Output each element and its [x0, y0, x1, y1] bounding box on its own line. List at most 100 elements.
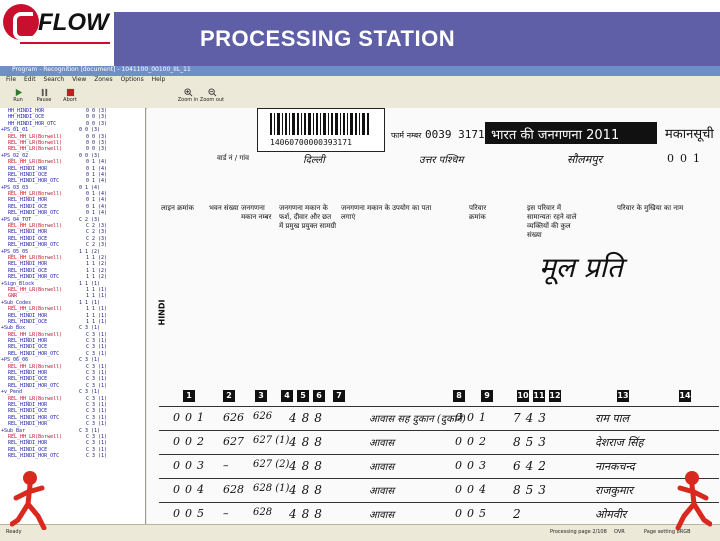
- row-use: आवास सह दुकान (दुकाने): [369, 414, 466, 425]
- row-use: आवास: [369, 438, 395, 449]
- form-label: फार्म नम्बर: [391, 131, 422, 140]
- row-fam: 002: [455, 435, 491, 448]
- row-bldg: 628: [223, 483, 244, 496]
- form-row: 005 – 628 488 आवास 005 2 ओमवीर: [159, 502, 719, 524]
- house-listing-label: मकानसूची: [665, 127, 714, 142]
- menu-help[interactable]: Help: [152, 76, 166, 83]
- slide-title: PROCESSING STATION: [200, 26, 456, 51]
- menu-file[interactable]: File: [6, 76, 16, 83]
- barcode-icon: [270, 113, 369, 135]
- pause-icon: [41, 88, 47, 97]
- row-line: 002: [173, 435, 209, 448]
- column-number: 5: [297, 390, 309, 402]
- slide-header: FLOW PROCESSING STATION: [0, 0, 720, 66]
- form-row: 004 628 628 (1) 488 आवास 004 853 राजकुमार: [159, 478, 719, 505]
- document-view[interactable]: 14060700000393171 फार्म नम्बर 0039 3171 …: [147, 108, 720, 524]
- form-row: 001 626 626 488 आवास सह दुकान (दुकाने) 001 743…: [159, 406, 719, 433]
- zoom-out-icon: [207, 88, 216, 97]
- row-name: नानकचन्द: [595, 460, 635, 473]
- row-house: 627 (1): [253, 435, 290, 446]
- status-mode: OVR: [614, 529, 625, 535]
- row-use: आवास: [369, 510, 395, 521]
- status-bar: Ready Processing page 2/108 OVR Page set…: [0, 524, 720, 541]
- col-header-use: जनगणना मकान के उपयोग का पता लगाएं: [341, 204, 432, 221]
- row-fam: 005: [455, 507, 491, 520]
- menu-search[interactable]: Search: [44, 76, 65, 83]
- recognition-tree[interactable]: HH_HINDI_HOR 0 0 (3) HH_HINDI_OCE 0 0 (3) HH…: [0, 108, 146, 524]
- pause-button[interactable]: Pause: [30, 88, 58, 106]
- abort-button[interactable]: Abort: [56, 88, 84, 106]
- logo-text: FLOW: [38, 9, 109, 36]
- barcode-box: 14060700000393171: [257, 108, 385, 152]
- column-number: 14: [679, 390, 691, 402]
- row-fam: 003: [455, 459, 491, 472]
- tree-item-name: REL_HINDI_HOR_OTC: [8, 453, 60, 460]
- column-number: 6: [313, 390, 325, 402]
- tree-item[interactable]: REL_HINDI_HOR_OTC C 3 (1): [0, 453, 145, 459]
- row-cnt: 853: [513, 435, 551, 449]
- logo-e-icon: [3, 4, 39, 40]
- row-cnt: 853: [513, 483, 551, 497]
- row-mat: 488: [289, 483, 327, 497]
- menu-bar: File Edit Search View Zones Options Help: [0, 76, 720, 86]
- row-bldg: –: [223, 459, 229, 472]
- row-line: 005: [173, 507, 209, 520]
- row-fam: 004: [455, 483, 491, 496]
- run-button[interactable]: Run: [4, 88, 32, 106]
- zoom-in-icon: [183, 88, 192, 97]
- row-fam: 001: [455, 411, 491, 424]
- menu-edit[interactable]: Edit: [24, 76, 36, 83]
- row-use: आवास: [369, 462, 395, 473]
- row-house: 626: [253, 411, 273, 422]
- eflow-logo: FLOW: [0, 0, 110, 48]
- hindi-label: HINDI: [157, 299, 167, 326]
- column-number: 8: [453, 390, 465, 402]
- row-mat: 488: [289, 435, 327, 449]
- column-number: 4: [281, 390, 293, 402]
- row-cnt: 642: [513, 459, 551, 473]
- census-title: भारत की जनगणना 2011: [491, 128, 620, 143]
- form-number: 0039 3171: [425, 128, 485, 141]
- row-cnt: 2: [513, 507, 526, 521]
- form-row: 003 – 627 (2) 488 आवास 003 642 नानकचन्द: [159, 454, 719, 481]
- row-name: राजकुमार: [595, 484, 633, 497]
- menu-view[interactable]: View: [72, 76, 86, 83]
- title-box: PROCESSING STATION: [114, 12, 720, 66]
- column-number: 2: [223, 390, 235, 402]
- logo-underline: [20, 42, 110, 44]
- column-number: 10: [517, 390, 529, 402]
- toolbar: Run Pause Abort Zoom in Zoom out: [0, 86, 720, 109]
- row-house: 628 (1): [253, 483, 290, 494]
- column-number: 1: [183, 390, 195, 402]
- row-line: 004: [173, 483, 209, 496]
- zoom-in-label: Zoom in: [177, 97, 199, 103]
- row-cnt: 743: [513, 411, 551, 425]
- abort-icon: [66, 88, 74, 97]
- window-titlebar: Program - Recognition [document] - 10411…: [0, 66, 720, 76]
- row-house: 627 (2): [253, 459, 290, 470]
- column-number: 13: [617, 390, 629, 402]
- village-label: वार्ड नं / गांव: [217, 154, 250, 162]
- row-mat: 488: [289, 411, 327, 425]
- form-row: 002 627 627 (1) 488 आवास 002 853 देशराज सिंह: [159, 430, 719, 457]
- window-title: Program - Recognition [document] - 10411…: [12, 66, 191, 73]
- col-header-material: जनगणना मकान के फर्श, दीवार और छत में प्र…: [279, 204, 337, 230]
- column-number: 9: [481, 390, 493, 402]
- col-header-family: परिवार क्रमांक: [469, 204, 487, 221]
- original-copy-stamp: मूल प्रति: [539, 251, 623, 284]
- row-mat: 488: [289, 459, 327, 473]
- col-header-count: इस परिवार में सामान्यतः रहने वाले व्यक्त…: [527, 204, 577, 239]
- col-header-house: जनगणना मकान नम्बर: [241, 204, 272, 221]
- menu-zones[interactable]: Zones: [94, 76, 112, 83]
- run-label: Run: [13, 97, 23, 103]
- row-bldg: –: [223, 507, 229, 520]
- row-name: ओमवीर: [595, 508, 627, 521]
- menu-options[interactable]: Options: [121, 76, 144, 83]
- section-hand: उत्तर पश्चिम: [419, 155, 464, 166]
- col-header-building: भवन संख्या: [209, 204, 239, 212]
- row-line: 003: [173, 459, 209, 472]
- abort-label: Abort: [63, 97, 77, 103]
- row-name: देशराज सिंह: [595, 436, 644, 449]
- zoom-out-button[interactable]: Zoom out: [198, 88, 226, 106]
- row-house: 628: [253, 507, 273, 518]
